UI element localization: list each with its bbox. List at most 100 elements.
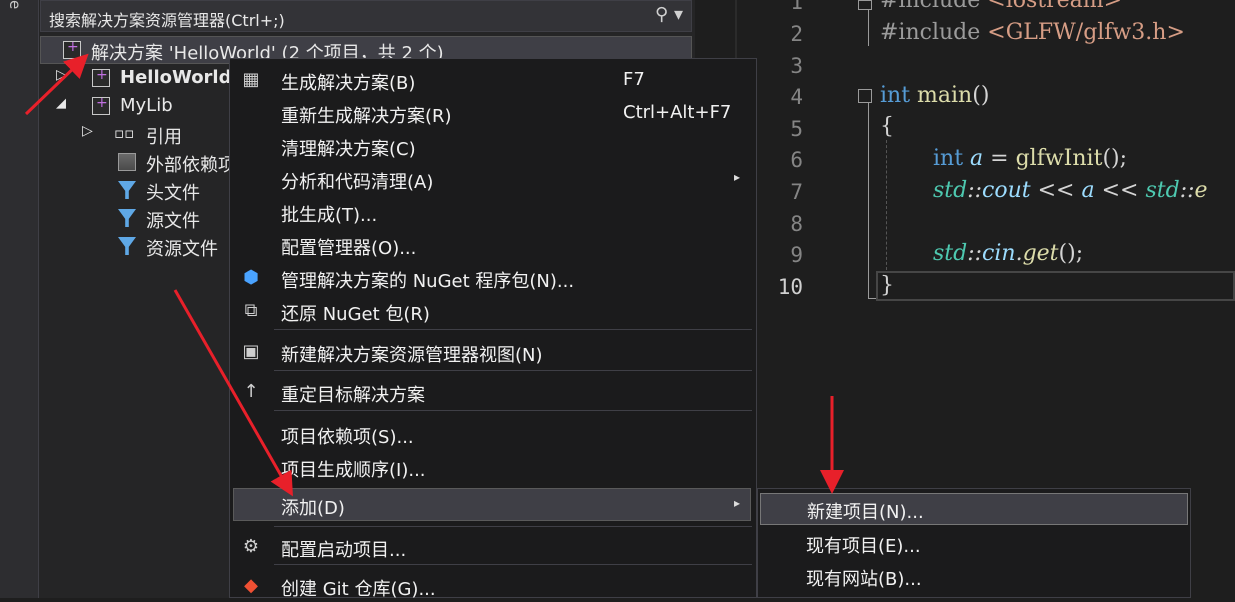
menu-label: 现有项目(E)... (806, 536, 921, 557)
headers-label: 头文件 (146, 183, 200, 204)
menu-item-new-explorer-view[interactable]: ▣ 新建解决方案资源管理器视图(N) (230, 335, 756, 368)
menu-label: 重新生成解决方案(R) (281, 106, 452, 127)
menu-separator (274, 410, 752, 411)
expand-arrow-icon[interactable]: ▷ (56, 67, 67, 83)
resources-label: 资源文件 (146, 239, 218, 260)
menu-item-retarget-solution[interactable]: ↑ 重定目标解决方案 (230, 375, 756, 408)
external-deps-icon (118, 153, 136, 171)
menu-label: 分析和代码清理(A) (281, 172, 434, 193)
git-icon: ◆ (244, 575, 258, 596)
restore-icon: ⧉ (244, 300, 258, 321)
filter-folder-icon (118, 237, 136, 255)
identifier: e (1194, 178, 1208, 203)
submenu-arrow-icon: ▸ (734, 496, 741, 510)
menu-label: 生成解决方案(B) (281, 73, 416, 94)
menu-label: 配置启动项目... (281, 540, 407, 561)
menu-label: 新建解决方案资源管理器视图(N) (281, 345, 543, 366)
context-menu: ▦ 生成解决方案(B) F7 重新生成解决方案(R) Ctrl+Alt+F7 清… (229, 58, 757, 600)
tree-item-mylib[interactable]: ◢ MyLib (40, 92, 230, 120)
sources-label: 源文件 (146, 211, 200, 232)
operator: << (1094, 178, 1146, 203)
outline-line (868, 298, 876, 299)
code-line-7[interactable]: std::cout << a << std::e (933, 178, 1208, 203)
collapse-box-icon[interactable] (858, 89, 872, 103)
submenu-item-new-project[interactable]: 新建项目(N)... (760, 493, 1188, 525)
menu-item-restore-nuget[interactable]: ⧉ 还原 NuGet 包(R) (230, 294, 756, 327)
solution-icon (63, 39, 81, 59)
function-name: main (917, 83, 973, 108)
menu-shortcut: Ctrl+Alt+F7 (623, 102, 732, 123)
tree-item-resources[interactable]: 资源文件 (40, 232, 230, 260)
menu-label: 清理解决方案(C) (281, 139, 416, 160)
filter-folder-icon (118, 209, 136, 227)
menu-label: 现有网站(B)... (806, 569, 922, 590)
collapsed-tool-tab[interactable]: e (4, 0, 24, 18)
menu-item-configuration-manager[interactable]: 配置管理器(O)... (230, 228, 756, 261)
search-icon[interactable]: ⚲ ▾ (655, 4, 683, 25)
code-line-2[interactable]: #include <GLFW/glfw3.h> (880, 20, 1185, 45)
filter-folder-icon (118, 181, 136, 199)
code-line-5[interactable]: { (880, 114, 894, 139)
menu-item-create-git-repo[interactable]: ◆ 创建 Git 仓库(G)... (230, 569, 756, 602)
code-line-10[interactable]: } (880, 273, 894, 298)
code-line-9[interactable]: std::cin.get(); (933, 241, 1083, 266)
line-number: 1 (790, 0, 803, 14)
line-number: 9 (790, 243, 803, 267)
menu-item-clean-solution[interactable]: 清理解决方案(C) (230, 129, 756, 162)
menu-item-build-solution[interactable]: ▦ 生成解决方案(B) F7 (230, 63, 756, 96)
menu-label: 添加(D) (281, 498, 345, 519)
collapse-box-icon[interactable] (858, 0, 872, 10)
tree-item-external-deps[interactable]: 外部依赖项 (40, 148, 236, 176)
tree-item-headers[interactable]: 头文件 (40, 176, 230, 204)
menu-item-add[interactable]: 添加(D) ▸ (233, 488, 751, 521)
menu-item-analyze-cleanup[interactable]: 分析和代码清理(A) ▸ (230, 162, 756, 195)
tree-item-helloworld[interactable]: ▷ HelloWorld (40, 64, 232, 92)
menu-shortcut: F7 (623, 69, 645, 90)
code-line-1[interactable]: #include <iostream> (880, 0, 1122, 13)
collapse-arrow-icon[interactable]: ◢ (56, 96, 66, 111)
menu-item-configure-startup[interactable]: ⚙ 配置启动项目... (230, 530, 756, 563)
menu-separator (274, 329, 752, 330)
build-icon: ▦ (242, 69, 260, 90)
operator: << (1030, 178, 1082, 203)
menu-label: 新建项目(N)... (807, 502, 924, 523)
menu-item-project-dependencies[interactable]: 项目依赖项(S)... (230, 417, 756, 450)
nuget-icon: ⬢ (243, 267, 259, 288)
code-line-4[interactable]: int main() (880, 83, 989, 108)
references-icon: ▫▫ (114, 124, 135, 142)
external-deps-label: 外部依赖项 (146, 155, 236, 176)
project-label: MyLib (120, 95, 173, 116)
operator: . (1015, 241, 1023, 266)
expand-arrow-icon[interactable]: ▷ (82, 123, 93, 139)
project-icon (92, 67, 110, 87)
function-name: get (1022, 241, 1059, 266)
tree-item-sources[interactable]: 源文件 (40, 204, 230, 232)
menu-label: 管理解决方案的 NuGet 程序包(N)... (281, 271, 575, 292)
menu-label: 配置管理器(O)... (281, 238, 417, 259)
namespace: std (933, 178, 968, 203)
indent-guide (886, 140, 887, 270)
punctuation: () (972, 83, 990, 108)
menu-label: 重定目标解决方案 (281, 385, 425, 406)
type-keyword: int (933, 146, 964, 171)
menu-item-rebuild-solution[interactable]: 重新生成解决方案(R) Ctrl+Alt+F7 (230, 96, 756, 129)
outline-line (868, 103, 869, 298)
left-tool-strip: e (0, 0, 39, 598)
variable: a (970, 146, 984, 171)
menu-item-batch-build[interactable]: 批生成(T)... (230, 195, 756, 228)
object: cout (982, 178, 1031, 203)
submenu-item-existing-website[interactable]: 现有网站(B)... (758, 560, 1190, 592)
punctuation: (); (1102, 146, 1128, 171)
project-label: HelloWorld (120, 67, 232, 88)
menu-item-manage-nuget[interactable]: ⬢ 管理解决方案的 NuGet 程序包(N)... (230, 261, 756, 294)
menu-item-project-build-order[interactable]: 项目生成顺序(I)... (230, 450, 756, 483)
preprocessor-keyword: #include (880, 0, 981, 13)
operator: = (983, 146, 1016, 171)
solution-search-input[interactable]: 搜索解决方案资源管理器(Ctrl+;) ⚲ ▾ (40, 0, 692, 32)
include-path: <GLFW/glfw3.h> (987, 20, 1185, 45)
submenu-item-existing-project[interactable]: 现有项目(E)... (758, 527, 1190, 559)
operator: :: (967, 178, 983, 203)
line-number: 3 (790, 54, 803, 78)
code-line-6[interactable]: int a = glfwInit(); (933, 146, 1127, 171)
tree-item-references[interactable]: ▷ ▫▫ 引用 (40, 120, 230, 148)
